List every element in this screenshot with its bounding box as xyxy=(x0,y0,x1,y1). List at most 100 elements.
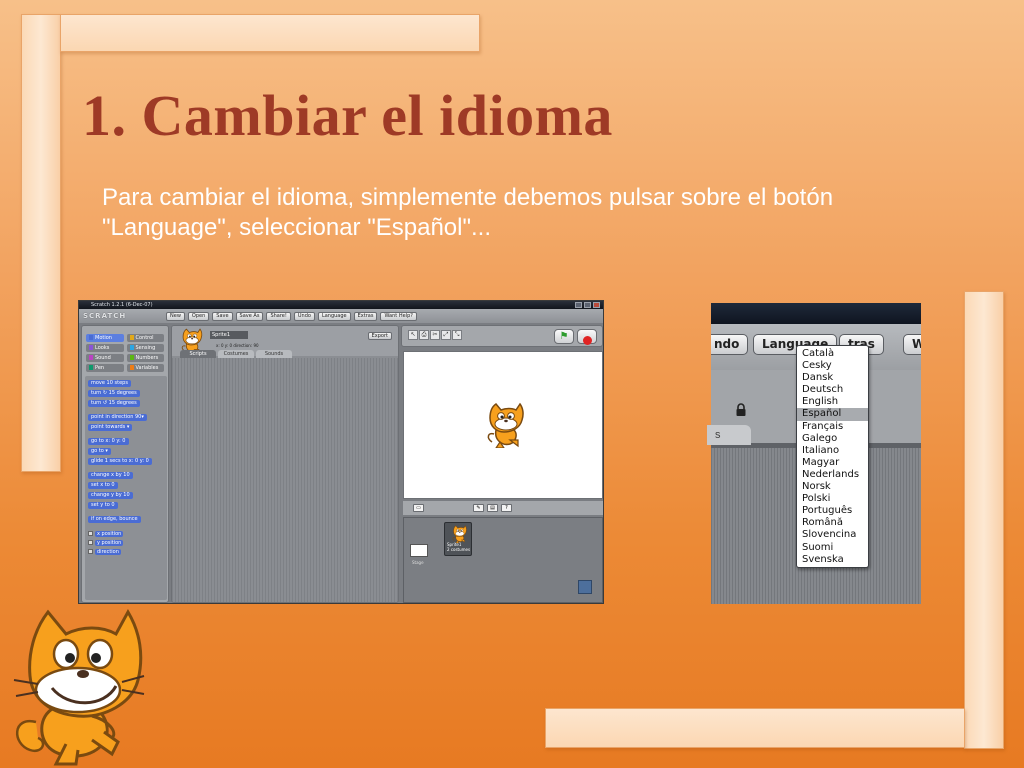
language-option[interactable]: Polski xyxy=(797,493,868,505)
category-label: Sound xyxy=(95,355,111,361)
sprite-card-sub: 2 costumes xyxy=(447,547,471,552)
cat-sprite-icon[interactable] xyxy=(484,402,524,448)
delete-tool-icon[interactable]: ✂ xyxy=(430,330,440,340)
reporter-checkbox[interactable] xyxy=(88,531,93,536)
language-option[interactable]: Dansk xyxy=(797,372,868,384)
menu-save-as-button[interactable]: Save As xyxy=(235,311,264,321)
shrink-tool-icon[interactable]: ⤡ xyxy=(452,330,462,340)
block-list: move 10 steps turn ↻ 15 degrees turn ↺ 15 … xyxy=(85,376,167,600)
language-option[interactable]: Cesky xyxy=(797,360,868,372)
category-label: Looks xyxy=(95,345,110,351)
menu-save-button[interactable]: Save xyxy=(212,311,233,321)
reporter-checkbox[interactable] xyxy=(88,540,93,545)
language-option[interactable]: English xyxy=(797,396,868,408)
stage-thumbnail[interactable] xyxy=(410,544,428,557)
sprite-card[interactable]: Sprite1 2 costumes xyxy=(444,522,472,556)
language-option[interactable]: Română xyxy=(797,517,868,529)
stage-canvas[interactable] xyxy=(403,351,603,499)
language-option[interactable]: Norsk xyxy=(797,481,868,493)
close-icon[interactable] xyxy=(593,302,600,308)
stage-thumb-label: Stage xyxy=(412,560,424,565)
motion-block[interactable]: turn ↺ 15 degrees xyxy=(88,400,140,407)
tab-scripts[interactable]: Scripts xyxy=(180,350,216,358)
sprite-header: Sprite1 x: 0 y: 0 direction: 90 Export S… xyxy=(172,326,398,358)
language-option[interactable]: Slovencina xyxy=(797,529,868,541)
motion-block[interactable]: point towards ▾ xyxy=(88,424,133,431)
category-looks[interactable]: Looks xyxy=(86,344,124,352)
tab-costumes[interactable]: Costumes xyxy=(218,350,254,358)
menu-help-button[interactable]: Want Help? xyxy=(380,311,417,321)
motion-block[interactable]: change y by 10 xyxy=(88,492,133,499)
sprite-name-field[interactable]: Sprite1 xyxy=(210,331,248,339)
motion-block[interactable]: go to ▾ xyxy=(88,448,111,455)
category-label: Numbers xyxy=(135,355,159,361)
category-sound[interactable]: Sound xyxy=(86,354,124,362)
maximize-icon[interactable] xyxy=(584,302,591,308)
language-option[interactable]: Magyar xyxy=(797,457,868,469)
frame-bar-right xyxy=(964,291,1004,749)
motion-block[interactable]: glide 1 secs to x: 0 y: 0 xyxy=(88,458,152,465)
motion-block[interactable]: move 10 steps xyxy=(88,380,131,387)
minimize-icon[interactable] xyxy=(575,302,582,308)
category-label: Control xyxy=(135,335,154,341)
menu-help-button-cropped[interactable]: W xyxy=(903,334,921,355)
category-motion[interactable]: Motion xyxy=(86,334,124,342)
language-option[interactable]: Svenska xyxy=(797,554,868,566)
motion-block[interactable]: point in direction 90▾ xyxy=(88,414,147,421)
language-option[interactable]: Español xyxy=(797,408,868,421)
motion-block[interactable]: turn ↻ 15 degrees xyxy=(88,390,140,397)
motion-block[interactable]: set y to 0 xyxy=(88,502,118,509)
slide-body-text: Para cambiar el idioma, simplemente debe… xyxy=(102,184,834,241)
category-color-swatch xyxy=(89,355,93,360)
menu-undo-button[interactable]: Undo xyxy=(293,311,315,321)
motion-block[interactable]: go to x: 0 y: 0 xyxy=(88,438,129,445)
sprite-tabs: Scripts Costumes Sounds xyxy=(180,350,292,358)
language-option[interactable]: Italiano xyxy=(797,445,868,457)
reporter-checkbox[interactable] xyxy=(88,549,93,554)
menu-new-button[interactable]: New xyxy=(166,311,185,321)
reporter-block[interactable]: x position xyxy=(95,530,124,537)
presentation-mode-icon[interactable]: ▭ xyxy=(413,504,424,512)
category-pen[interactable]: Pen xyxy=(86,364,124,372)
language-option[interactable]: Deutsch xyxy=(797,384,868,396)
reporter-row: y position xyxy=(88,539,164,546)
menu-share-button[interactable]: Share! xyxy=(266,311,291,321)
scripts-canvas[interactable] xyxy=(172,358,398,602)
menu-open-button[interactable]: Open xyxy=(187,311,210,321)
random-sprite-icon[interactable]: ? xyxy=(501,504,512,512)
export-button[interactable]: Export xyxy=(367,332,392,340)
category-control[interactable]: Control xyxy=(126,334,164,342)
language-option[interactable]: Nederlands xyxy=(797,469,868,481)
scratch-window-screenshot: Scratch 1.2.1 (6-Dec-07) SCRATCH New Ope… xyxy=(78,300,604,604)
window-controls xyxy=(575,302,600,308)
menu-undo-button-cropped[interactable]: ndo xyxy=(711,334,749,355)
language-option[interactable]: Français xyxy=(797,421,868,433)
stop-button[interactable] xyxy=(577,329,597,345)
paint-new-sprite-icon[interactable]: ✎ xyxy=(473,504,484,512)
grow-tool-icon[interactable]: ⤢ xyxy=(441,330,451,340)
reporter-block[interactable]: direction xyxy=(95,548,121,555)
language-option[interactable]: Català xyxy=(797,348,868,360)
motion-block[interactable]: if on edge, bounce xyxy=(88,516,141,523)
lock-icon[interactable] xyxy=(735,403,747,417)
choose-sprite-icon[interactable]: ▤ xyxy=(487,504,498,512)
category-sensing[interactable]: Sensing xyxy=(126,344,164,352)
category-label: Motion xyxy=(95,335,112,341)
tab-sounds[interactable]: Sounds xyxy=(256,350,292,358)
motion-block[interactable]: set x to 0 xyxy=(88,482,118,489)
category-variables[interactable]: Variables xyxy=(126,364,164,372)
language-option[interactable]: Galego xyxy=(797,433,868,445)
motion-block[interactable]: change x by 10 xyxy=(88,472,133,479)
menu-language-button[interactable]: Language xyxy=(317,311,351,321)
category-numbers[interactable]: Numbers xyxy=(126,354,164,362)
stamp-tool-icon[interactable]: ⎙ xyxy=(419,330,429,340)
green-flag-button[interactable]: ⚑ xyxy=(554,329,574,344)
reporter-block[interactable]: y position xyxy=(95,539,124,546)
language-option[interactable]: Suomi xyxy=(797,542,868,554)
category-color-swatch xyxy=(89,335,93,340)
sprite-list-scroll-icon[interactable] xyxy=(578,580,592,594)
pointer-tool-icon[interactable]: ↖ xyxy=(408,330,418,340)
tab-scripts-cropped[interactable]: s xyxy=(707,425,751,445)
language-option[interactable]: Português xyxy=(797,505,868,517)
menu-extras-button[interactable]: Extras xyxy=(353,311,378,321)
